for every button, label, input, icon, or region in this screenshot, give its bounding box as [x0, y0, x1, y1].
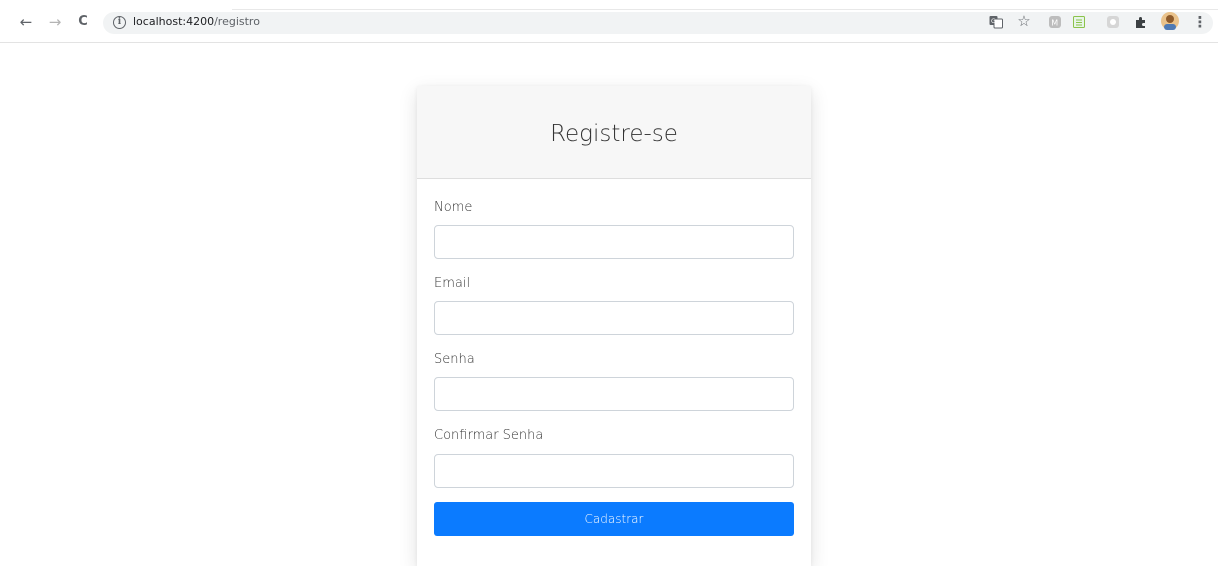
forward-arrow-icon[interactable]: →	[47, 14, 63, 30]
profile-avatar-icon[interactable]	[1161, 12, 1179, 30]
tab-edge	[232, 9, 1218, 10]
svg-text:M: M	[1051, 19, 1058, 28]
bookmark-star-icon[interactable]: ☆	[1016, 13, 1032, 29]
confirm-password-input[interactable]	[434, 454, 794, 488]
translate-icon[interactable]: G	[989, 15, 1003, 29]
submit-button[interactable]: Cadastrar	[434, 502, 794, 536]
name-input[interactable]	[434, 225, 794, 259]
page-title: Registre-se	[550, 121, 678, 147]
extension-m-icon[interactable]: M	[1048, 15, 1062, 29]
register-card: Registre-se Nome Email Senha Confirmar S…	[417, 86, 811, 566]
back-arrow-icon[interactable]: ←	[18, 14, 34, 30]
extension-grey-icon[interactable]	[1106, 15, 1120, 29]
card-header: Registre-se	[417, 86, 811, 179]
password-label: Senha	[434, 352, 475, 367]
email-label: Email	[434, 276, 471, 291]
extensions-puzzle-icon[interactable]	[1134, 15, 1148, 29]
url-text[interactable]: localhost:4200/registro	[133, 15, 260, 28]
url-host: localhost:4200	[133, 15, 215, 28]
browser-toolbar: ← → C i localhost:4200/registro G ☆ M ⋮	[0, 0, 1218, 43]
confirm-password-label: Confirmar Senha	[434, 428, 544, 443]
name-label: Nome	[434, 200, 473, 215]
site-info-icon[interactable]: i	[113, 16, 126, 29]
chrome-menu-icon[interactable]: ⋮	[1192, 14, 1208, 30]
url-path: /registro	[214, 15, 260, 28]
password-input[interactable]	[434, 377, 794, 411]
address-bar[interactable]: i localhost:4200/registro	[103, 12, 1213, 34]
reload-icon[interactable]: C	[75, 14, 91, 30]
email-input[interactable]	[434, 301, 794, 335]
svg-text:G: G	[991, 18, 996, 25]
extension-sheet-icon[interactable]	[1072, 15, 1086, 29]
